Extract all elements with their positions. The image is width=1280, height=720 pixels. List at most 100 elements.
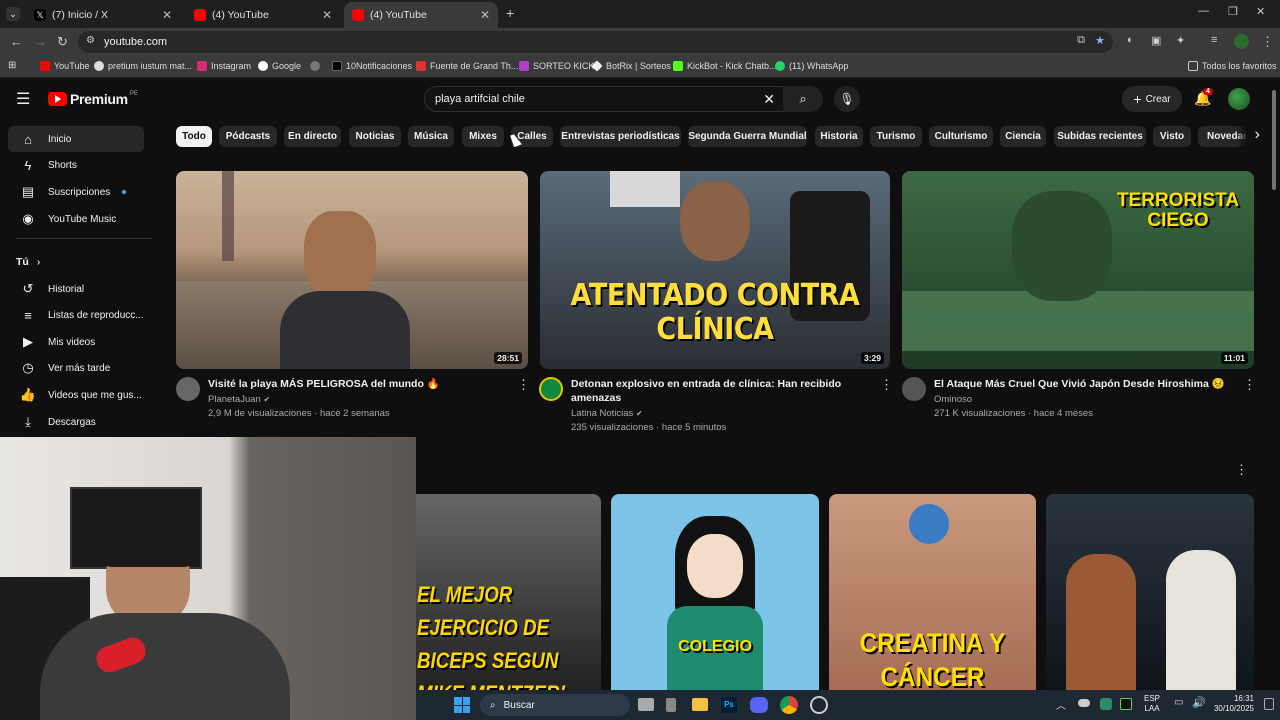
extension-icon[interactable]: ▣ (1151, 34, 1161, 47)
hamburger-menu-icon[interactable]: ☰ (16, 89, 30, 109)
chip-todo[interactable]: Todo (176, 126, 212, 147)
chip[interactable]: Música (408, 126, 454, 147)
sidebar-item-playlists[interactable]: ≡ Listas de reproducc... (8, 302, 144, 328)
page-scrollbar[interactable] (1272, 90, 1276, 190)
restore-button[interactable]: ❐ (1228, 5, 1238, 18)
nvidia-icon[interactable] (1120, 698, 1132, 710)
sidebar-item-historial[interactable]: ↺ Historial (8, 276, 144, 302)
more-options-icon[interactable]: ⋮ (880, 377, 893, 393)
reload-icon[interactable]: ↻ (57, 34, 68, 50)
bookmark[interactable]: Google (258, 61, 301, 71)
avatar[interactable] (1228, 88, 1250, 110)
bookmark[interactable]: pretium iustum mat... (94, 61, 192, 71)
youtube-logo[interactable]: Premium PE (48, 91, 138, 107)
chips-next-button[interactable]: › (1236, 124, 1266, 148)
bookmark[interactable]: SORTEO KICK (519, 61, 594, 71)
bookmark[interactable]: Fuente de Grand Th... (416, 61, 518, 71)
voice-search-button[interactable]: 🎙 (834, 86, 860, 112)
close-icon[interactable]: ✕ (322, 8, 332, 22)
sidebar-item-mis-videos[interactable]: ▶ Mis videos (8, 329, 144, 355)
notifications-icon[interactable] (1264, 698, 1274, 710)
sidebar-item-shorts[interactable]: ϟ Shorts (8, 152, 144, 178)
video-title[interactable]: Visité la playa MÁS PELIGROSA del mundo … (208, 377, 508, 391)
sidebar-item-descargas[interactable]: ⤓ Descargas (8, 409, 144, 435)
channel-name[interactable]: Latina Noticias ✔ (571, 407, 643, 421)
new-tab-button[interactable]: + (506, 5, 514, 21)
close-icon[interactable]: ✕ (480, 8, 490, 22)
clear-search-icon[interactable]: ✕ (763, 91, 775, 108)
app-icon[interactable] (666, 698, 676, 712)
sidebar-item-suscripciones[interactable]: ▤ Suscripciones (8, 179, 144, 205)
chip[interactable]: Historia (815, 126, 863, 147)
back-icon[interactable]: ← (10, 34, 23, 49)
sidebar-item-liked[interactable]: 👍 Videos que me gus... (8, 382, 144, 408)
channel-name[interactable]: PlanetaJuan ✔ (208, 393, 270, 407)
media-icon[interactable]: ≡ (1211, 34, 1217, 46)
chip[interactable]: Pódcasts (219, 126, 277, 147)
network-icon[interactable]: ▭ (1174, 697, 1183, 708)
tab-youtube-2[interactable]: (4) YouTube ✕ (344, 2, 498, 28)
chip[interactable]: Ciencia (1000, 126, 1046, 147)
extensions-puzzle-icon[interactable]: ✦ (1176, 34, 1185, 47)
bookmark[interactable]: Instagram (197, 61, 251, 71)
language-indicator[interactable]: ESP LAA (1144, 694, 1160, 714)
tab-search-icon[interactable]: ⌄ (6, 7, 20, 21)
chip[interactable]: En directo (284, 126, 341, 147)
bookmark[interactable]: YouTube (40, 61, 89, 71)
chrome-icon[interactable] (780, 696, 798, 714)
apps-icon[interactable]: ⊞ (8, 60, 16, 71)
video-title[interactable]: Detonan explosivo en entrada de clínica:… (571, 377, 871, 405)
chip[interactable]: Entrevistas periodísticas (560, 126, 681, 147)
chevron-up-icon[interactable]: ︿ (1056, 697, 1066, 712)
more-options-icon[interactable]: ⋮ (1243, 377, 1256, 393)
profile-avatar[interactable] (1234, 34, 1249, 49)
taskbar-search[interactable]: ⌕ Buscar (480, 694, 630, 716)
install-app-icon[interactable]: ⧉ (1077, 34, 1085, 47)
menu-icon[interactable]: ⋮ (1261, 34, 1274, 50)
bookmark[interactable] (310, 61, 324, 71)
create-button[interactable]: + Crear (1122, 86, 1182, 112)
video-thumbnail[interactable]: 28:51 (176, 171, 528, 369)
clock[interactable]: 16:31 30/10/2025 (1208, 694, 1254, 714)
window-close-button[interactable]: ✕ (1256, 5, 1265, 18)
photoshop-icon[interactable]: Ps (721, 697, 737, 713)
channel-avatar[interactable] (176, 377, 200, 401)
obs-icon[interactable] (810, 696, 828, 714)
chip[interactable]: Subidas recientes (1054, 126, 1146, 147)
chip[interactable]: Mixes (462, 126, 504, 147)
chip[interactable]: Culturismo (929, 126, 993, 147)
bookmark[interactable]: 10Notificaciones (332, 61, 412, 71)
volume-icon[interactable]: 🔊 (1192, 696, 1206, 709)
close-icon[interactable]: ✕ (162, 8, 172, 22)
chip[interactable]: Turismo (870, 126, 922, 147)
video-title[interactable]: El Ataque Más Cruel Que Vivió Japón Desd… (934, 377, 1234, 391)
short-thumbnail[interactable] (1046, 494, 1254, 690)
windows-start-icon[interactable] (454, 697, 470, 713)
search-button[interactable]: ⌕ (783, 86, 823, 112)
chip[interactable]: Noticias (349, 126, 401, 147)
channel-avatar[interactable] (902, 377, 926, 401)
channel-name[interactable]: Ominoso (934, 393, 972, 407)
all-bookmarks[interactable]: Todos los favoritos (1188, 61, 1277, 71)
forward-icon[interactable]: → (34, 34, 47, 49)
site-info-icon[interactable]: ⚙ (86, 35, 95, 46)
discord-icon[interactable] (750, 697, 768, 713)
sidebar-item-ver-mas-tarde[interactable]: ◷ Ver más tarde (8, 355, 144, 381)
shelf-options-icon[interactable]: ⋮ (1235, 462, 1248, 478)
tab-x[interactable]: 𝕏 (7) Inicio / X ✕ (26, 2, 180, 28)
short-thumbnail[interactable]: COLEGIO (611, 494, 819, 690)
extension-icon[interactable]: ◐ (1127, 34, 1134, 46)
more-options-icon[interactable]: ⋮ (517, 377, 530, 393)
sidebar-item-music[interactable]: ◉ YouTube Music (8, 206, 144, 232)
chip[interactable]: Segunda Guerra Mundial (688, 126, 807, 147)
bookmark[interactable]: BotRix | Sorteos (591, 60, 671, 72)
chip[interactable]: Visto (1153, 126, 1191, 147)
video-thumbnail[interactable]: TERRORISTA CIEGO 11:01 (902, 171, 1254, 369)
search-input[interactable]: playa artifcial chile ✕ (424, 86, 792, 112)
minimize-button[interactable]: — (1198, 5, 1209, 17)
tray-icon[interactable] (1100, 698, 1112, 710)
task-view-icon[interactable] (638, 698, 654, 711)
bookmark[interactable]: KickBot - Kick Chatb... (673, 61, 777, 71)
cloud-icon[interactable] (1078, 699, 1090, 707)
file-explorer-icon[interactable] (692, 698, 708, 711)
